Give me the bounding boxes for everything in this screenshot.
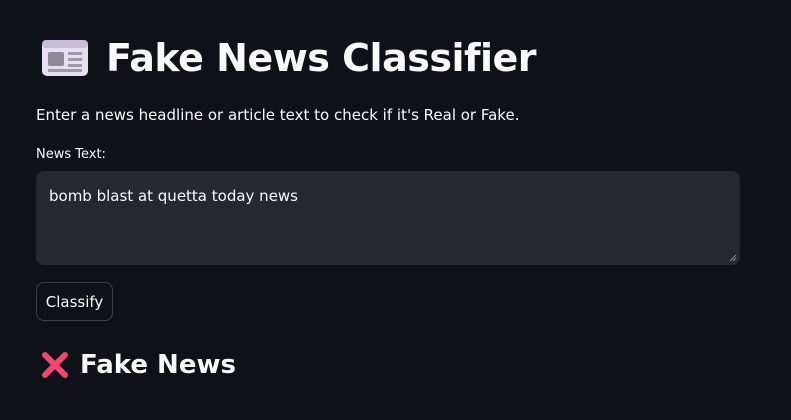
page-title: Fake News Classifier [106, 36, 537, 80]
resize-handle-icon[interactable] [729, 254, 737, 262]
title-row: Fake News Classifier [40, 36, 537, 80]
intro-text: Enter a news headline or article text to… [36, 106, 520, 124]
news-text-container: bomb blast at quetta today news [36, 171, 740, 265]
newspaper-icon [40, 37, 90, 79]
news-text-label: News Text: [36, 147, 106, 162]
result-row: Fake News [40, 350, 236, 380]
result-label: Fake News [80, 350, 236, 380]
classify-button[interactable]: Classify [36, 282, 113, 321]
cross-mark-icon [42, 352, 68, 378]
news-text-input[interactable]: bomb blast at quetta today news [36, 171, 740, 265]
app-page: Fake News Classifier Enter a news headli… [0, 0, 791, 420]
